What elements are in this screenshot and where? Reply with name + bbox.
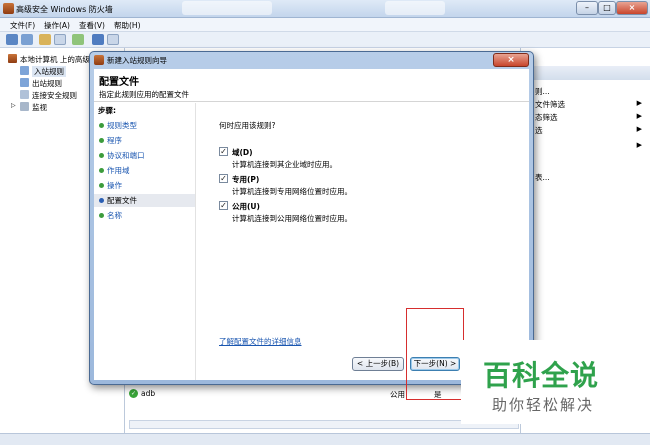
step-name[interactable]: 名称 bbox=[94, 209, 195, 222]
step-program[interactable]: 程序 bbox=[94, 134, 195, 147]
help-icon[interactable] bbox=[92, 34, 104, 45]
show-tree-icon[interactable] bbox=[54, 34, 66, 45]
actions-header bbox=[521, 66, 650, 80]
menu-bar: 文件(F) 操作(A) 查看(V) 帮助(H) bbox=[0, 18, 650, 32]
step-profile[interactable]: 配置文件 bbox=[94, 194, 195, 207]
steps-heading: 步骤: bbox=[98, 106, 116, 115]
watermark-title: 百科全说 bbox=[483, 359, 600, 392]
menu-file[interactable]: 文件(F) bbox=[10, 20, 35, 31]
new-inbound-rule-wizard: 新建入站规则向导 × 配置文件 指定此规则应用的配置文件 步骤: 规则类型 程序… bbox=[89, 51, 534, 385]
step-scope[interactable]: 作用域 bbox=[94, 164, 195, 177]
maximize-button[interactable]: □ bbox=[598, 1, 616, 15]
public-description: 计算机连接到公用网络位置时应用。 bbox=[232, 214, 352, 223]
step-dot-icon bbox=[99, 138, 104, 143]
private-label: 专用(P) bbox=[232, 175, 260, 184]
step-dot-icon bbox=[99, 168, 104, 173]
wizard-content: 何时应用该规则? ✓ 域(D) 计算机连接到其企业域时应用。 ✓ 专用(P) 计… bbox=[197, 103, 529, 380]
watermark-logo: 百科全说 助你轻松解决 bbox=[461, 340, 631, 424]
submenu-arrow-icon: ▶ bbox=[636, 99, 642, 107]
menu-view[interactable]: 查看(V) bbox=[79, 20, 105, 31]
private-checkbox[interactable]: ✓ bbox=[219, 174, 228, 183]
export-icon[interactable] bbox=[72, 34, 84, 45]
step-dot-icon bbox=[99, 198, 104, 203]
action-item[interactable]: 表... bbox=[535, 172, 550, 183]
rule-name: adb bbox=[141, 389, 156, 398]
forward-icon[interactable] bbox=[21, 34, 33, 45]
learn-more-link[interactable]: 了解配置文件的详细信息 bbox=[219, 336, 302, 347]
dialog-title: 新建入站规则向导 bbox=[107, 56, 167, 65]
main-title-bar: 高级安全 Windows 防火墙 – □ × bbox=[0, 0, 650, 18]
submenu-arrow-icon: ▶ bbox=[636, 141, 642, 149]
menu-action[interactable]: 操作(A) bbox=[44, 20, 70, 31]
monitoring-icon bbox=[20, 102, 29, 111]
private-description: 计算机连接到专用网络位置时应用。 bbox=[232, 187, 352, 196]
rule-profile: 公用 bbox=[390, 390, 405, 399]
status-bar bbox=[0, 433, 650, 445]
minimize-button[interactable]: – bbox=[576, 1, 598, 15]
step-dot-icon bbox=[99, 213, 104, 218]
domain-description: 计算机连接到其企业域时应用。 bbox=[232, 160, 337, 169]
page-title: 配置文件 bbox=[99, 77, 139, 88]
tree-item-inbound[interactable]: 入站规则 bbox=[32, 66, 66, 77]
show-action-pane-icon[interactable] bbox=[107, 34, 119, 45]
back-button[interactable]: < 上一步(B) bbox=[352, 357, 404, 371]
watermark-subtitle: 助你轻松解决 bbox=[492, 396, 595, 414]
step-protocol-port[interactable]: 协议和端口 bbox=[94, 149, 195, 162]
taskbar-blur-region bbox=[385, 1, 445, 15]
question-label: 何时应用该规则? bbox=[219, 121, 276, 130]
wizard-icon bbox=[94, 55, 104, 65]
main-window-title: 高级安全 Windows 防火墙 bbox=[16, 5, 113, 14]
step-rule-type[interactable]: 规则类型 bbox=[94, 119, 195, 132]
domain-label: 域(D) bbox=[232, 148, 253, 157]
step-action[interactable]: 操作 bbox=[94, 179, 195, 192]
action-item[interactable]: 态筛选 bbox=[535, 112, 558, 123]
back-icon[interactable] bbox=[6, 34, 18, 45]
taskbar-blur-region bbox=[182, 1, 272, 15]
dialog-close-button[interactable]: × bbox=[493, 53, 529, 67]
action-item[interactable]: 文件筛选 bbox=[535, 99, 565, 110]
outbound-rules-icon bbox=[20, 78, 29, 87]
tree-item-connection-security[interactable]: 连接安全规则 bbox=[32, 90, 77, 101]
public-checkbox[interactable]: ✓ bbox=[219, 201, 228, 210]
step-dot-icon bbox=[99, 183, 104, 188]
highlight-annotation-box bbox=[406, 308, 464, 400]
submenu-arrow-icon: ▶ bbox=[636, 112, 642, 120]
close-button[interactable]: × bbox=[616, 1, 648, 15]
tree-item-monitoring[interactable]: 监视 bbox=[32, 102, 47, 113]
expand-arrow-icon[interactable]: ▷ bbox=[11, 102, 16, 109]
menu-help[interactable]: 帮助(H) bbox=[114, 20, 141, 31]
submenu-arrow-icon: ▶ bbox=[636, 125, 642, 133]
page-subtitle: 指定此规则应用的配置文件 bbox=[99, 90, 189, 99]
action-item[interactable]: 则... bbox=[535, 86, 550, 97]
domain-checkbox[interactable]: ✓ bbox=[219, 147, 228, 156]
inbound-rules-icon bbox=[20, 66, 29, 75]
enabled-check-icon: ✓ bbox=[129, 389, 138, 398]
public-label: 公用(U) bbox=[232, 202, 260, 211]
firewall-app-icon bbox=[3, 3, 14, 14]
up-folder-icon[interactable] bbox=[39, 34, 51, 45]
wizard-steps: 步骤: 规则类型 程序 协议和端口 作用域 操作 配置文件 名称 bbox=[94, 103, 196, 380]
step-dot-icon bbox=[99, 123, 104, 128]
connection-security-icon bbox=[20, 90, 29, 99]
computer-firewall-icon bbox=[8, 54, 17, 63]
tree-item-outbound[interactable]: 出站规则 bbox=[32, 78, 62, 89]
tree-root[interactable]: 本地计算机 上的高级 bbox=[20, 54, 90, 65]
toolbar bbox=[0, 32, 650, 48]
step-dot-icon bbox=[99, 153, 104, 158]
action-item[interactable]: 选 bbox=[535, 125, 543, 136]
dialog-header: 配置文件 指定此规则应用的配置文件 bbox=[94, 69, 529, 102]
